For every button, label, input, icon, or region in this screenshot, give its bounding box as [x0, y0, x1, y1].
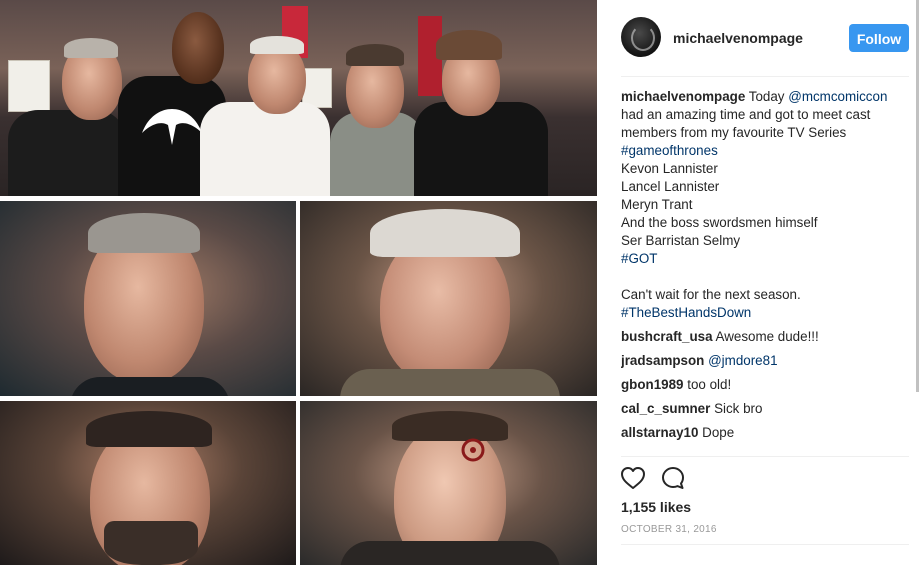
caption-text: Can't wait for the next season. [621, 287, 801, 302]
portrait-meryn [0, 401, 296, 565]
caption-mention[interactable]: @mcmcomiccon [788, 89, 887, 104]
follow-button[interactable]: Follow [849, 24, 909, 52]
divider [621, 76, 909, 77]
comment-username[interactable]: jradsampson [621, 353, 704, 368]
caption-text: Kevon Lannister Lancel Lannister Meryn T… [621, 161, 818, 248]
portrait-lancel [300, 401, 597, 565]
post-caption: michaelvenompage Today @mcmcomiccon had … [621, 88, 909, 322]
person-hair [64, 38, 118, 58]
comment-item: bushcraft_usa Awesome dude!!! [621, 328, 909, 346]
avatar[interactable] [621, 17, 661, 57]
comment-item: gbon1989 too old! [621, 376, 909, 394]
person-shirt [414, 102, 548, 196]
caption-username[interactable]: michaelvenompage [621, 89, 745, 104]
person-face [172, 12, 224, 84]
comment-text: Sick bro [714, 401, 763, 416]
portrait-armor [340, 369, 560, 396]
portrait-hair [86, 411, 212, 447]
divider [621, 456, 909, 457]
caption-text: Today [745, 89, 789, 104]
comments-list[interactable]: michaelvenompage Today @mcmcomiccon had … [621, 88, 909, 454]
person-hair [436, 30, 502, 60]
post-username[interactable]: michaelvenompage [673, 30, 803, 46]
comment-item: allstarnay10 Dope [621, 424, 909, 442]
person-shirt [200, 102, 330, 196]
comment-username[interactable]: gbon1989 [621, 377, 684, 392]
comment-text: too old! [687, 377, 732, 392]
comment-username[interactable]: allstarnay10 [621, 425, 698, 440]
person-hair [250, 36, 304, 54]
portrait-collar [70, 377, 230, 396]
person-shirt [8, 110, 126, 196]
caption-hashtag[interactable]: #GOT [621, 251, 657, 266]
post-image[interactable] [0, 0, 597, 565]
group-photo [0, 0, 597, 196]
heart-outline-icon[interactable] [619, 464, 647, 492]
portrait-hair [370, 209, 520, 257]
comment-username[interactable]: bushcraft_usa [621, 329, 713, 344]
comment-bubble-icon[interactable] [659, 464, 687, 492]
portrait-collar [340, 541, 560, 565]
divider [621, 544, 909, 545]
comment-mention[interactable]: @jmdore81 [708, 353, 777, 368]
seven-pointed-star-mark [461, 438, 485, 462]
post-sidebar: michaelvenompage Follow michaelvenompage… [597, 0, 919, 565]
likes-count[interactable]: 1,155 likes [621, 499, 691, 515]
portrait-hair [392, 411, 508, 441]
comment-item: cal_c_sumner Sick bro [621, 400, 909, 418]
comment-text: Dope [702, 425, 735, 440]
poster [8, 60, 50, 112]
caption-hashtag[interactable]: #TheBestHandsDown [621, 305, 751, 320]
post-date[interactable]: OCTOBER 31, 2016 [621, 524, 717, 535]
portrait-kevan [0, 201, 296, 396]
portrait-barristan [300, 201, 597, 396]
comment-username[interactable]: cal_c_sumner [621, 401, 710, 416]
comment-text: Awesome dude!!! [715, 329, 819, 344]
caption-hashtag[interactable]: #gameofthrones [621, 143, 718, 158]
venom-logo [142, 109, 202, 145]
comment-item: jradsampson @jmdore81 [621, 352, 909, 370]
portrait-hair [88, 213, 200, 253]
person-hair [346, 44, 404, 66]
post-actions [619, 464, 719, 492]
portrait-beard [104, 521, 198, 565]
post-header: michaelvenompage Follow [597, 0, 909, 76]
